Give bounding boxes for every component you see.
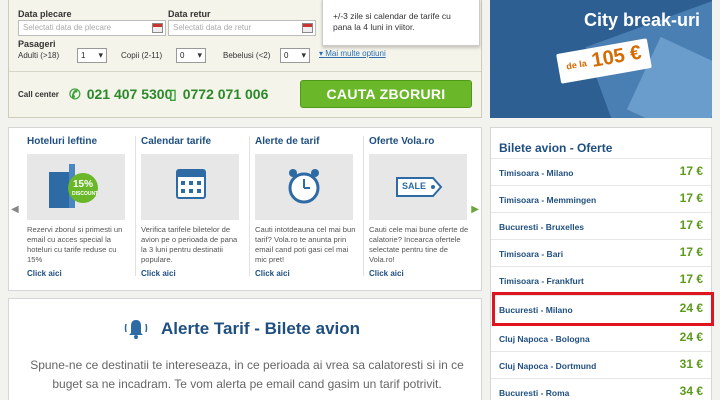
offer-route: Timisoara - Memmingen [499, 195, 597, 205]
infants-label: Bebelusi (<2) [223, 51, 271, 60]
adults-select[interactable]: 1 [77, 48, 107, 63]
offer-row[interactable]: Timisoara - Bari 17 € [491, 239, 711, 266]
date-flex-note: +/-3 zile si calendar de tarife cu pana … [322, 0, 480, 46]
phone-number-2[interactable]: ▯ 0772 071 006 [169, 86, 268, 103]
offer-row[interactable]: Bucuresti - Roma 34 € [491, 378, 711, 400]
return-date-label: Data retur [168, 9, 211, 19]
city-break-banner[interactable]: City break-uri de la 105 € [490, 0, 712, 118]
flight-search-panel: Data plecare Selectati data de plecare D… [8, 0, 482, 118]
infants-select[interactable]: 0 [280, 48, 310, 63]
promo-image: SALE [369, 154, 467, 220]
passengers-label: Pasageri [18, 39, 56, 49]
promo-link[interactable]: Click aici [255, 269, 359, 278]
offer-route: Timisoara - Frankfurt [499, 276, 584, 286]
promo-card-calendar: Calendar tarife Verifica tarifele bilete… [141, 136, 245, 278]
banner-title: City break-uri [583, 10, 700, 30]
children-label: Copii (2-11) [121, 51, 163, 60]
divider [135, 136, 136, 276]
banner-price: 105 € [589, 41, 644, 72]
flight-offers-panel: Bilete avion - Oferte Timisoara - Milano… [490, 127, 712, 400]
more-options-link[interactable]: ▾ Mai multe optiuni [319, 49, 386, 58]
alert-description: Spune-ne ce destinatii te intereseaza, i… [30, 358, 464, 391]
more-options-label: Mai multe optiuni [325, 49, 386, 58]
adults-label: Adulti (>18) [18, 51, 60, 60]
offer-row[interactable]: Bucuresti - Bruxelles 17 € [491, 212, 711, 239]
calendar-icon [176, 169, 206, 199]
offer-row[interactable]: Cluj Napoca - Dortmund 31 € [491, 351, 711, 378]
offer-row[interactable]: Timisoara - Frankfurt 17 € [491, 266, 711, 293]
promo-link[interactable]: Click aici [369, 269, 473, 278]
offer-row[interactable]: Timisoara - Milano 17 € [491, 158, 711, 185]
divider [249, 136, 250, 276]
offer-route: Cluj Napoca - Dortmund [499, 361, 597, 371]
promo-text: Cauti intotdeauna cel mai bun tarif? Vol… [255, 225, 356, 264]
return-date-placeholder: Selectati data de retur [173, 23, 252, 32]
promo-card-hotels: Hoteluri leftine 15% DISCOUNT Rezervi zb… [27, 136, 131, 278]
offer-route: Bucuresti - Bruxelles [499, 222, 585, 232]
sale-tag-text: SALE [402, 181, 427, 191]
offer-route: Cluj Napoca - Bologna [499, 334, 590, 344]
offer-price: 17 € [679, 272, 703, 286]
promo-title: Hoteluri leftine [27, 136, 98, 147]
promo-carousel: ◀ ▶ Hoteluri leftine 15% DISCOUNT Rezerv… [8, 127, 482, 291]
offers-title: Bilete avion - Oferte [499, 141, 613, 155]
page: Data plecare Selectati data de plecare D… [0, 0, 720, 400]
promo-card-alerts: Alerte de tarif Cauti intotdeauna cel ma… [255, 136, 359, 278]
offer-price: 31 € [679, 357, 703, 371]
offer-price: 17 € [679, 218, 703, 232]
offer-price: 17 € [679, 164, 703, 178]
calendar-icon[interactable] [302, 23, 313, 33]
discount-badge-text: DISCOUNT [72, 191, 99, 197]
price-alert-section: Alerte Tarif - Bilete avion Spune-ne ce … [8, 298, 482, 400]
search-flights-button[interactable]: CAUTA ZBORURI [300, 80, 472, 108]
offer-route: Bucuresti - Roma [499, 388, 570, 398]
offer-price: 17 € [679, 191, 703, 205]
mobile-phone-icon: ▯ [169, 86, 177, 102]
callcenter-label: Call center [18, 90, 59, 99]
promo-title: Calendar tarife [141, 136, 212, 147]
promo-title: Oferte Vola.ro [369, 136, 435, 147]
offer-row[interactable]: Timisoara - Memmingen 17 € [491, 185, 711, 212]
promo-text: Verifica tarifele biletelor de avion pe … [141, 225, 238, 264]
promo-link[interactable]: Click aici [27, 269, 131, 278]
phone-icon: ✆ [69, 86, 81, 102]
calendar-icon[interactable] [152, 23, 163, 33]
highlight-box [492, 292, 714, 326]
infants-value: 0 [284, 51, 289, 60]
discount-badge-value: 15% [73, 179, 94, 190]
offer-price: 34 € [679, 384, 703, 398]
offer-route: Timisoara - Bari [499, 249, 564, 259]
divider [363, 136, 364, 276]
alarm-clock-icon [288, 169, 320, 204]
depart-date-placeholder: Selectati data de plecare [23, 23, 112, 32]
promo-text: Cauti cele mai bune oferte de calatorie?… [369, 225, 469, 264]
promo-card-offers: Oferte Vola.ro SALE Cauti cele mai bune … [369, 136, 473, 278]
phone-number-1[interactable]: ✆ 021 407 5300 [69, 86, 172, 103]
promo-title: Alerte de tarif [255, 136, 320, 147]
return-date-input[interactable]: Selectati data de retur [168, 20, 316, 36]
phone-2-text: 0772 071 006 [182, 86, 269, 102]
promo-link[interactable]: Click aici [141, 269, 245, 278]
price-prefix: de la [565, 58, 588, 72]
offer-price: 17 € [679, 245, 703, 259]
alert-title: Alerte Tarif - Bilete avion [161, 319, 361, 338]
offer-route: Timisoara - Milano [499, 168, 574, 178]
offer-row[interactable]: Cluj Napoca - Bologna 24 € [491, 324, 711, 351]
promo-image: 15% DISCOUNT [27, 154, 125, 220]
divider [9, 71, 481, 72]
depart-date-label: Data plecare [18, 9, 72, 19]
adults-value: 1 [81, 51, 86, 60]
promo-image [255, 154, 353, 220]
phone-1-text: 021 407 5300 [86, 86, 173, 102]
offer-price: 24 € [679, 330, 703, 344]
children-value: 0 [180, 51, 185, 60]
depart-date-input[interactable]: Selectati data de plecare [18, 20, 166, 36]
promo-text: Rezervi zborul si primesti un email cu a… [27, 225, 123, 264]
children-select[interactable]: 0 [176, 48, 206, 63]
carousel-prev-arrow-icon[interactable]: ◀ [11, 204, 19, 215]
bell-icon [124, 320, 148, 339]
promo-image [141, 154, 239, 220]
